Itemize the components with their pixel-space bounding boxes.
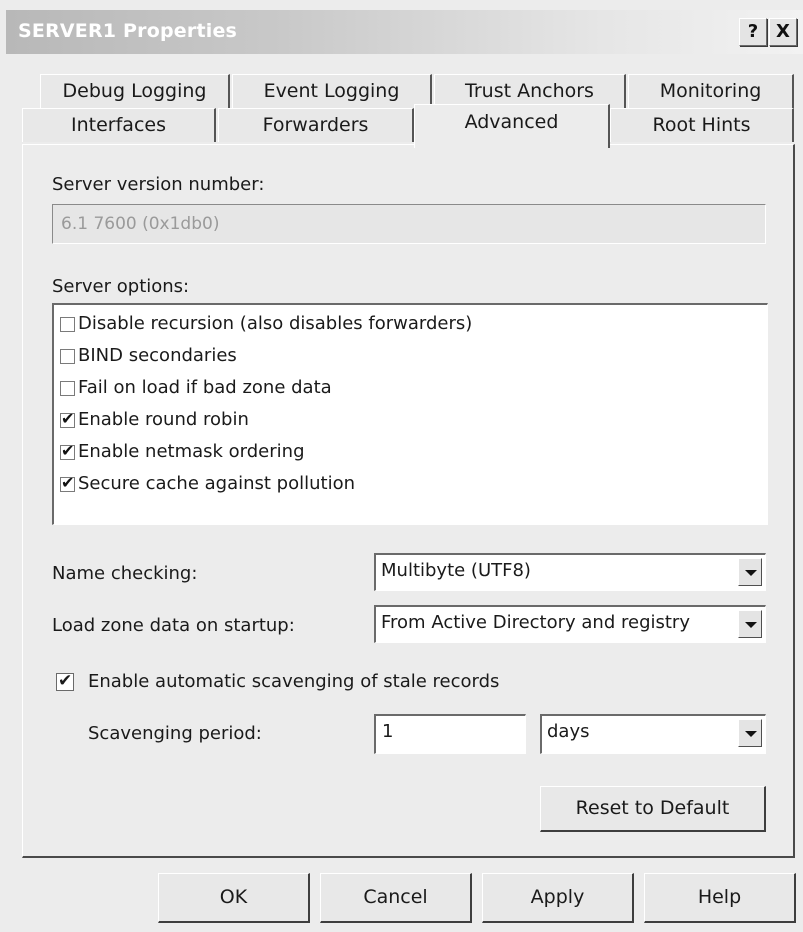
- option-disable-recursion[interactable]: Disable recursion (also disables forward…: [60, 310, 472, 338]
- option-bind-secondaries[interactable]: BIND secondaries: [60, 342, 237, 370]
- server-options-label: Server options:: [52, 276, 190, 297]
- checkbox[interactable]: [60, 348, 75, 364]
- chevron-down-icon[interactable]: [738, 610, 762, 638]
- option-label: Disable recursion (also disables forward…: [78, 313, 473, 334]
- name-checking-value: Multibyte (UTF8): [381, 560, 531, 581]
- scavenging-checkbox-label[interactable]: Enable automatic scavenging of stale rec…: [88, 671, 499, 692]
- title-bar[interactable]: SERVER1 Properties ? X: [6, 10, 803, 54]
- help-icon[interactable]: ?: [739, 18, 767, 46]
- scavenging-period-input[interactable]: 1: [374, 714, 526, 754]
- option-netmask-ordering[interactable]: ✔ Enable netmask ordering: [60, 438, 305, 466]
- option-fail-on-load[interactable]: Fail on load if bad zone data: [60, 374, 332, 402]
- tab-root-hints[interactable]: Root Hints: [610, 108, 794, 142]
- tab-monitoring[interactable]: Monitoring: [628, 74, 794, 108]
- server-version-field: 6.1 7600 (0x1db0): [52, 204, 766, 244]
- close-icon[interactable]: X: [769, 18, 797, 46]
- help-button[interactable]: Help: [644, 873, 796, 923]
- server-options-list[interactable]: Disable recursion (also disables forward…: [52, 303, 768, 525]
- check-icon: ✔: [58, 671, 73, 691]
- load-zone-value: From Active Directory and registry: [381, 612, 690, 633]
- chevron-down-icon[interactable]: [738, 719, 762, 747]
- scavenging-checkbox[interactable]: ✔: [56, 671, 74, 691]
- option-label: Secure cache against pollution: [78, 473, 356, 494]
- option-label: BIND secondaries: [78, 345, 237, 366]
- option-secure-cache[interactable]: ✔ Secure cache against pollution: [60, 470, 355, 498]
- checkbox[interactable]: [60, 316, 75, 332]
- server-version-label: Server version number:: [52, 174, 265, 195]
- chevron-down-icon[interactable]: [738, 558, 762, 586]
- properties-dialog: SERVER1 Properties ? X Debug Logging Eve…: [0, 0, 803, 932]
- option-label: Enable round robin: [78, 409, 249, 430]
- tab-advanced[interactable]: Advanced: [414, 104, 610, 148]
- checkbox[interactable]: [60, 380, 75, 396]
- option-label: Fail on load if bad zone data: [78, 377, 332, 398]
- tab-forwarders[interactable]: Forwarders: [218, 108, 414, 142]
- checkbox[interactable]: ✔: [60, 441, 75, 460]
- scavenging-unit-value: days: [547, 721, 590, 742]
- tab-event-logging[interactable]: Event Logging: [232, 74, 432, 108]
- window-title: SERVER1 Properties: [18, 20, 238, 42]
- scavenging-unit-select[interactable]: days: [540, 714, 766, 754]
- load-zone-label: Load zone data on startup:: [52, 615, 295, 636]
- apply-button[interactable]: Apply: [482, 873, 634, 923]
- ok-button[interactable]: OK: [158, 873, 310, 923]
- tab-interfaces[interactable]: Interfaces: [22, 108, 216, 142]
- scavenging-period-label: Scavenging period:: [88, 723, 262, 744]
- name-checking-label: Name checking:: [52, 563, 198, 584]
- checkbox[interactable]: ✔: [60, 473, 75, 492]
- load-zone-select[interactable]: From Active Directory and registry: [374, 605, 766, 643]
- check-icon: ✔: [61, 408, 75, 428]
- check-icon: ✔: [61, 472, 75, 492]
- option-round-robin[interactable]: ✔ Enable round robin: [60, 406, 249, 434]
- check-icon: ✔: [61, 440, 75, 460]
- tab-debug-logging[interactable]: Debug Logging: [40, 74, 230, 108]
- option-label: Enable netmask ordering: [78, 441, 305, 462]
- name-checking-select[interactable]: Multibyte (UTF8): [374, 553, 766, 591]
- reset-to-default-button[interactable]: Reset to Default: [540, 786, 766, 832]
- cancel-button[interactable]: Cancel: [320, 873, 472, 923]
- tab-trust-anchors[interactable]: Trust Anchors: [434, 74, 626, 108]
- checkbox[interactable]: ✔: [60, 409, 75, 428]
